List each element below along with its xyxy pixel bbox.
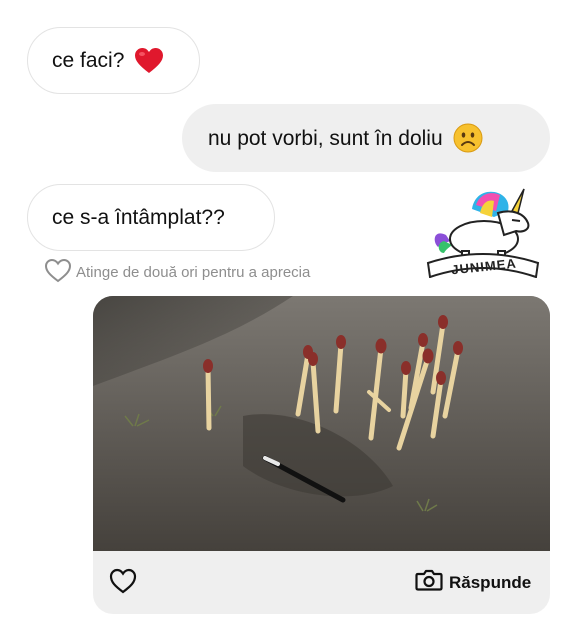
heart-outline-icon bbox=[44, 258, 72, 287]
message-text: ce s-a întâmplat?? bbox=[52, 206, 225, 229]
photo-card-footer: Răspunde bbox=[93, 551, 550, 614]
message-bubble-outgoing[interactable]: nu pot vorbi, sunt în doliu bbox=[182, 104, 550, 172]
photo-matches-in-soil[interactable] bbox=[93, 296, 550, 551]
reply-label: Răspunde bbox=[449, 572, 532, 592]
double-tap-hint[interactable]: Atinge de două ori pentru a aprecia bbox=[44, 258, 310, 287]
message-bubble-incoming[interactable]: ce faci? bbox=[27, 27, 200, 94]
frowning-face-icon bbox=[453, 123, 483, 153]
reply-camera-button[interactable]: Răspunde bbox=[415, 568, 531, 597]
junimea-unicorn-logo: JUNIMEA bbox=[424, 183, 542, 279]
like-heart-button[interactable] bbox=[109, 568, 137, 594]
red-heart-icon bbox=[134, 47, 164, 74]
double-tap-hint-text: Atinge de două ori pentru a aprecia bbox=[76, 264, 311, 281]
camera-icon bbox=[415, 568, 443, 597]
message-bubble-incoming[interactable]: ce s-a întâmplat?? bbox=[27, 184, 275, 251]
photo-message-card[interactable]: Răspunde bbox=[93, 296, 550, 614]
message-text: nu pot vorbi, sunt în doliu bbox=[208, 126, 443, 150]
message-text: ce faci? bbox=[52, 49, 125, 72]
